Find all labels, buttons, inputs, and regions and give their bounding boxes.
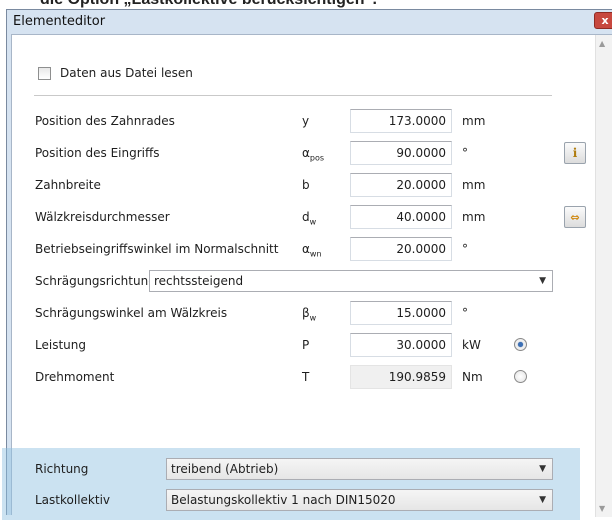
betriebseingriffswinkel-unit: ° <box>462 242 468 256</box>
drehmoment-radio[interactable] <box>514 370 527 383</box>
window-title: Elementeditor <box>13 14 106 29</box>
betriebseingriffswinkel-input[interactable]: 20.0000 <box>350 237 452 261</box>
betriebseingriffswinkel-symbol: αwn <box>302 242 322 259</box>
info-icon: i <box>572 146 578 160</box>
row-leistung: Leistung P 30.0000 kW <box>12 332 592 360</box>
editor-content: Daten aus Datei lesen Position des Zahnr… <box>2 35 592 520</box>
zahnbreite-unit: mm <box>462 178 486 192</box>
editor-client-area: Daten aus Datei lesen Position des Zahnr… <box>2 34 612 520</box>
info-button[interactable]: i <box>564 142 586 164</box>
read-from-file-checkbox-row[interactable]: Daten aus Datei lesen <box>38 64 193 82</box>
position-zahnrad-input[interactable]: 173.0000 <box>350 109 452 133</box>
close-icon: x <box>601 14 609 27</box>
row-zahnbreite: Zahnbreite b 20.0000 mm <box>12 172 592 200</box>
row-lastkollektiv: Lastkollektiv Belastungskollektiv 1 nach… <box>12 487 592 515</box>
zahnbreite-input[interactable]: 20.0000 <box>350 173 452 197</box>
chevron-down-icon: ▼ <box>539 276 546 286</box>
scroll-down-icon[interactable]: ▼ <box>599 504 605 513</box>
chevron-down-icon: ▼ <box>539 464 546 474</box>
row-position-eingriff: Position des Eingriffs αpos 90.0000 ° <box>12 140 592 168</box>
schraegungsrichtung-label: Schrägungsrichtung <box>35 274 156 288</box>
row-richtung: Richtung treibend (Abtrieb) ▼ <box>12 456 592 484</box>
drehmoment-symbol: T <box>302 370 310 384</box>
row-position-zahnrad: Position des Zahnrades y 173.0000 mm <box>12 108 592 136</box>
schraegungsrichtung-value: rechtssteigend <box>154 274 244 288</box>
position-eingriff-label: Position des Eingriffs <box>35 146 160 160</box>
schraegungswinkel-unit: ° <box>462 306 468 320</box>
richtung-label: Richtung <box>35 462 89 476</box>
betriebseingriffswinkel-label: Betriebseingriffswinkel im Normalschnitt <box>35 242 279 256</box>
position-zahnrad-label: Position des Zahnrades <box>35 114 175 128</box>
position-eingriff-symbol: αpos <box>302 146 325 163</box>
separator <box>34 95 552 96</box>
lastkollektiv-label: Lastkollektiv <box>35 493 110 507</box>
position-eingriff-unit: ° <box>462 146 468 160</box>
row-schraegungsrichtung: Schrägungsrichtung rechtssteigend ▼ <box>12 268 592 296</box>
waelzkreisdurchmesser-label: Wälzkreisdurchmesser <box>35 210 170 224</box>
position-eingriff-input[interactable]: 90.0000 <box>350 141 452 165</box>
row-drehmoment: Drehmoment T 190.9859 Nm <box>12 364 592 392</box>
leistung-unit: kW <box>462 338 481 352</box>
drehmoment-label: Drehmoment <box>35 370 115 384</box>
read-from-file-label: Daten aus Datei lesen <box>60 66 193 80</box>
background-caption-text: die Option „Lastkollektive berücksichtig… <box>40 0 377 9</box>
schraegungswinkel-symbol: βw <box>302 306 317 323</box>
swap-arrows-icon: ⇔ <box>570 211 580 224</box>
drehmoment-value: 190.9859 <box>350 365 452 389</box>
waelzkreisdurchmesser-symbol: dw <box>302 210 317 227</box>
richtung-select[interactable]: treibend (Abtrieb) ▼ <box>166 458 553 480</box>
drehmoment-unit: Nm <box>462 370 483 384</box>
leistung-input[interactable]: 30.0000 <box>350 333 452 357</box>
schraegungswinkel-input[interactable]: 15.0000 <box>350 301 452 325</box>
lastkollektiv-value: Belastungskollektiv 1 nach DIN15020 <box>171 493 396 507</box>
position-zahnrad-unit: mm <box>462 114 486 128</box>
close-button[interactable]: x <box>594 12 612 29</box>
leistung-radio[interactable] <box>514 338 527 351</box>
scroll-up-icon[interactable]: ▲ <box>599 39 605 48</box>
waelzkreisdurchmesser-unit: mm <box>462 210 486 224</box>
position-zahnrad-symbol: y <box>302 114 310 128</box>
waelzkreisdurchmesser-input[interactable]: 40.0000 <box>350 205 452 229</box>
lastkollektiv-select[interactable]: Belastungskollektiv 1 nach DIN15020 ▼ <box>166 489 553 511</box>
title-bar: Elementeditor x <box>7 10 612 34</box>
row-betriebseingriffswinkel: Betriebseingriffswinkel im Normalschnitt… <box>12 236 592 264</box>
vertical-scrollbar[interactable]: ▲ ▼ <box>595 35 612 517</box>
row-schraegungswinkel: Schrägungswinkel am Wälzkreis βw 15.0000… <box>12 300 592 328</box>
read-from-file-checkbox[interactable] <box>38 66 51 80</box>
element-editor-window: Elementeditor x Daten aus Datei lesen Po… <box>2 9 612 520</box>
row-waelzkreisdurchmesser: Wälzkreisdurchmesser dw 40.0000 mm <box>12 204 592 232</box>
zahnbreite-symbol: b <box>302 178 310 192</box>
richtung-value: treibend (Abtrieb) <box>171 462 279 476</box>
schraegungswinkel-label: Schrägungswinkel am Wälzkreis <box>35 306 228 320</box>
chevron-down-icon: ▼ <box>539 495 546 505</box>
schraegungsrichtung-select[interactable]: rechtssteigend ▼ <box>149 270 553 292</box>
zahnbreite-label: Zahnbreite <box>35 178 101 192</box>
swap-button[interactable]: ⇔ <box>564 206 586 228</box>
leistung-label: Leistung <box>35 338 86 352</box>
leistung-symbol: P <box>302 338 310 352</box>
